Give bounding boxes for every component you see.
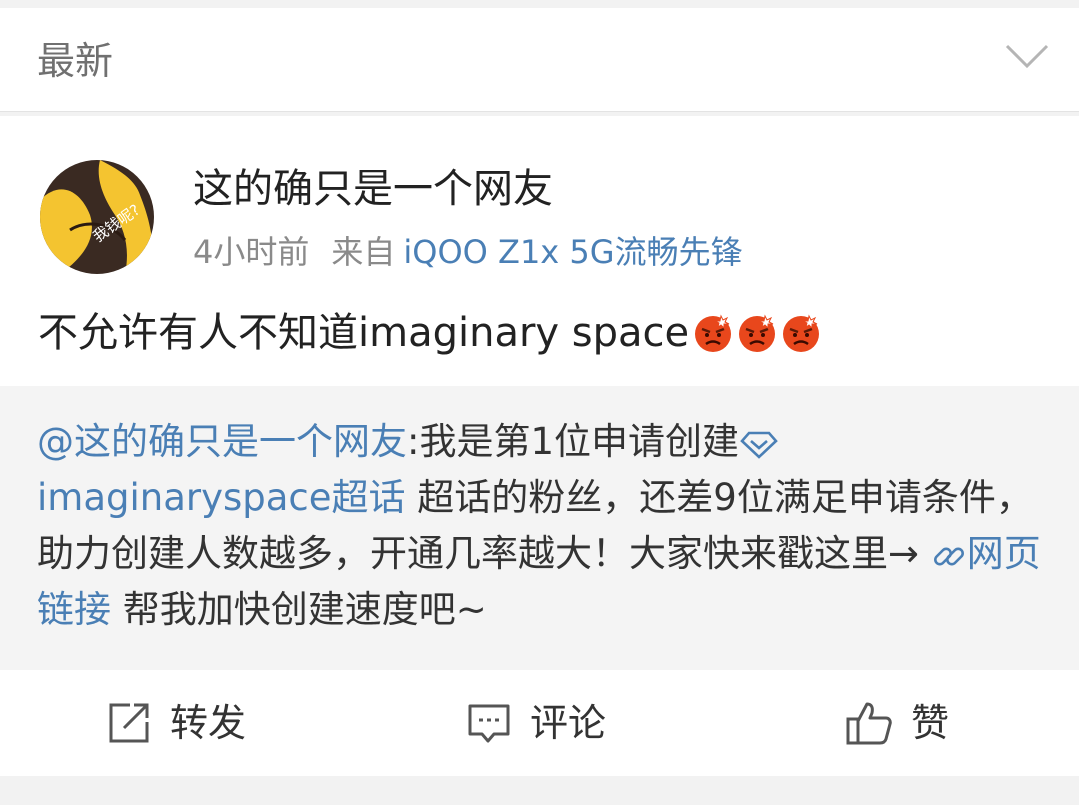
source-prefix: 来自: [331, 233, 396, 271]
sort-label: 最新: [37, 39, 114, 83]
angry-face-icon: [739, 314, 776, 352]
chevron-down-icon[interactable]: [1005, 42, 1049, 72]
angry-face-icon: [695, 314, 732, 352]
comment-icon: [468, 704, 510, 743]
comment-label: 评论: [530, 701, 607, 745]
post-time: 4小时前: [193, 233, 310, 271]
share-icon: [109, 703, 149, 743]
like-button[interactable]: 赞: [845, 670, 949, 776]
reposted-content[interactable]: @这的确只是一个网友:我是第1位申请创建 imaginaryspace超话 超话…: [0, 386, 1079, 670]
repost-text-1: :我是第1位申请创建: [407, 420, 740, 463]
post-content: 不允许有人不知道imaginary space: [38, 308, 821, 358]
avatar-image: 我钱呢?: [40, 160, 154, 274]
link-icon: [933, 547, 964, 565]
bottom-divider: [0, 776, 1079, 805]
thumbs-up-icon: [846, 702, 892, 745]
repost-button[interactable]: 转发: [106, 670, 246, 776]
action-bar: 转发 评论 赞: [0, 670, 1079, 776]
username[interactable]: 这的确只是一个网友: [193, 164, 553, 214]
post-text: 不允许有人不知道imaginary space: [38, 310, 690, 356]
sort-header[interactable]: 最新: [0, 8, 1079, 112]
comment-button[interactable]: 评论: [466, 670, 606, 776]
top-divider: [0, 0, 1079, 8]
repost-text-3: 帮我加快创建速度吧~: [111, 588, 487, 631]
repost-body: @这的确只是一个网友:我是第1位申请创建 imaginaryspace超话 超话…: [37, 414, 1047, 638]
angry-face-icon: [783, 314, 820, 352]
diamond-icon: [740, 431, 778, 459]
repost-label: 转发: [170, 701, 247, 745]
post-card: 我钱呢? 这的确只是一个网友 4小时前 来自 iQOO Z1x 5G流畅先锋 不允许…: [0, 116, 1079, 776]
like-label: 赞: [911, 701, 950, 745]
avatar[interactable]: 我钱呢?: [40, 160, 154, 274]
source-device-link[interactable]: iQOO Z1x 5G流畅先锋: [403, 233, 742, 271]
post-meta: 4小时前 来自 iQOO Z1x 5G流畅先锋: [193, 232, 743, 272]
mention-link[interactable]: @这的确只是一个网友: [37, 420, 407, 463]
supertopic-link[interactable]: imaginaryspace超话: [37, 476, 406, 519]
